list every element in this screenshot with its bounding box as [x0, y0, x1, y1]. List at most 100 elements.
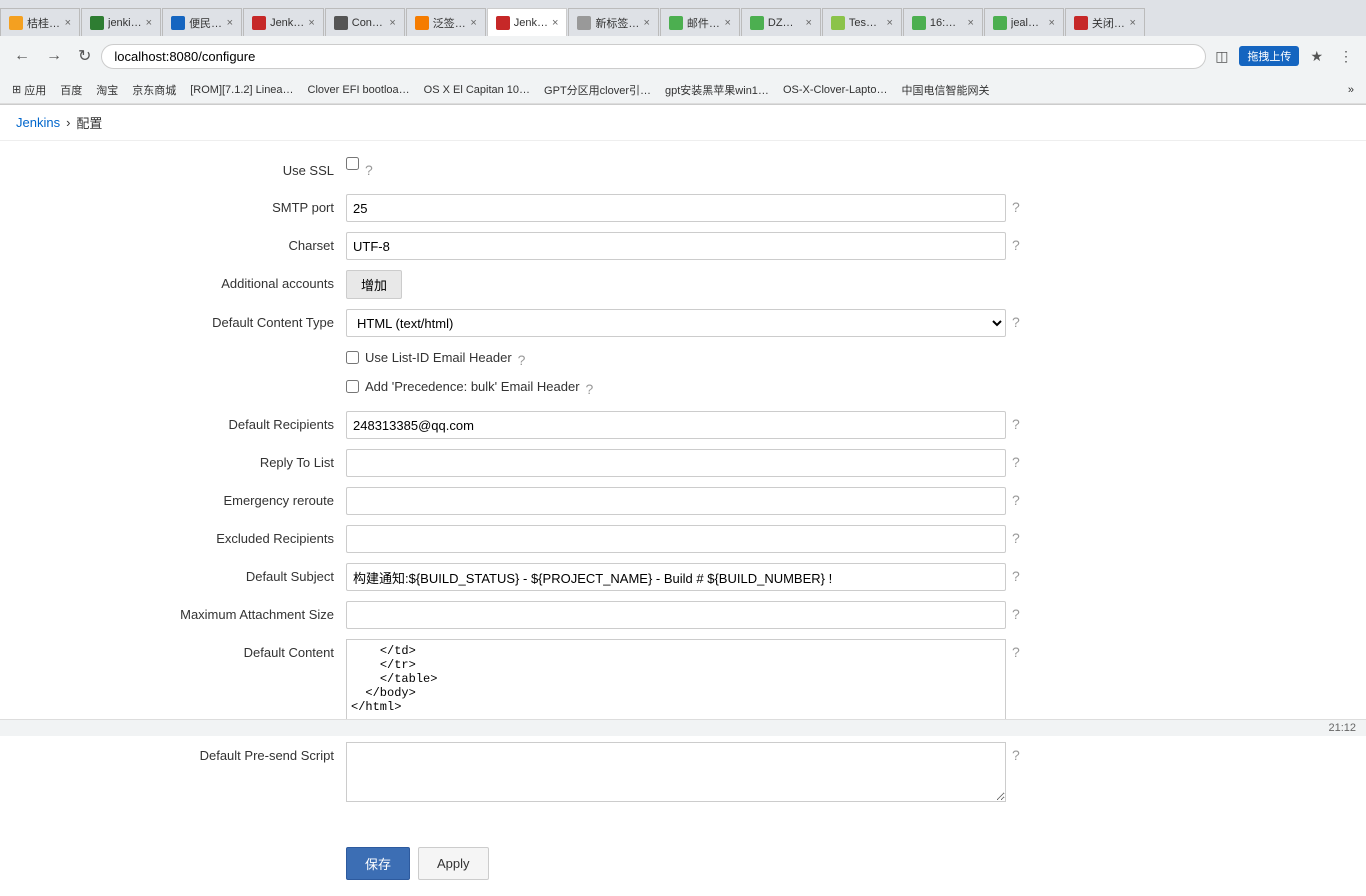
bookmarks-more[interactable]: »	[1344, 82, 1358, 98]
bookmark-telecom[interactable]: 中国电信智能网关	[897, 80, 993, 100]
save-button[interactable]: 保存	[346, 847, 410, 880]
default-subject-input[interactable]	[346, 563, 1006, 591]
tab-close-8[interactable]: ×	[643, 17, 649, 29]
content-type-help-icon[interactable]: ?	[1012, 314, 1020, 330]
tab-close-11[interactable]: ×	[886, 17, 892, 29]
tab-title-3: 便民…	[189, 15, 223, 31]
bookmark-rom[interactable]: [ROM][7.1.2] Linea…	[186, 82, 297, 98]
tab-6[interactable]: 泛签… ×	[406, 8, 486, 36]
tab-close-12[interactable]: ×	[967, 17, 973, 29]
smtp-port-input[interactable]	[346, 194, 1006, 222]
reply-to-list-input[interactable]	[346, 449, 1006, 477]
use-list-id-checkbox[interactable]	[346, 351, 359, 364]
breadcrumb-separator: ›	[66, 115, 70, 130]
use-ssl-checkbox[interactable]	[346, 157, 359, 170]
excluded-recipients-row: Excluded Recipients ?	[16, 525, 1350, 553]
apply-button[interactable]: Apply	[418, 847, 489, 880]
emergency-reroute-input[interactable]	[346, 487, 1006, 515]
bookmark-osx2[interactable]: OS-X-Clover-Lapto…	[779, 82, 892, 98]
use-ssl-control: ?	[346, 157, 1350, 178]
bookmark-gpt[interactable]: GPT分区用clover引…	[540, 80, 655, 100]
tab-8[interactable]: 新标签… ×	[568, 8, 658, 36]
add-account-button[interactable]: 增加	[346, 270, 402, 299]
tab-close-6[interactable]: ×	[470, 17, 476, 29]
default-subject-help-icon[interactable]: ?	[1012, 568, 1020, 584]
tab-10[interactable]: DZ… ×	[741, 8, 821, 36]
tab-icon-2	[90, 16, 104, 30]
bookmark-osx[interactable]: OS X El Capitan 10…	[420, 82, 534, 98]
tab-3[interactable]: 便民… ×	[162, 8, 242, 36]
default-presend-textarea[interactable]	[346, 742, 1006, 802]
tab-5[interactable]: Con… ×	[325, 8, 405, 36]
bookmark-taobao[interactable]: 淘宝	[92, 80, 122, 100]
extensions-button[interactable]: ◫	[1210, 46, 1233, 67]
tab-close-14[interactable]: ×	[1129, 17, 1135, 29]
max-attachment-help-icon[interactable]: ?	[1012, 606, 1020, 622]
address-bar-row: ← → ↻ ◫ 拖拽上传 ★ ⋮	[0, 36, 1366, 76]
excluded-recipients-help-icon[interactable]: ?	[1012, 530, 1020, 546]
tab-close-9[interactable]: ×	[724, 17, 730, 29]
bookmark-clover-efi[interactable]: Clover EFI bootloa…	[304, 82, 414, 98]
tab-close-13[interactable]: ×	[1048, 17, 1054, 29]
status-time: 21:12	[1328, 722, 1356, 734]
tab-close-1[interactable]: ×	[65, 17, 71, 29]
tab-icon-3	[171, 16, 185, 30]
tab-close-5[interactable]: ×	[389, 17, 395, 29]
tab-13[interactable]: jeal… ×	[984, 8, 1064, 36]
tab-title-9: 邮件…	[687, 15, 721, 31]
smtp-port-control: ?	[346, 194, 1350, 222]
bookmark-gpt2[interactable]: gpt安装黑苹果win1…	[661, 80, 773, 100]
max-attachment-row: Maximum Attachment Size ?	[16, 601, 1350, 629]
default-recipients-row: Default Recipients ?	[16, 411, 1350, 439]
tab-14[interactable]: 关闭… ×	[1065, 8, 1145, 36]
default-recipients-help-icon[interactable]: ?	[1012, 416, 1020, 432]
tab-4[interactable]: Jenk… ×	[243, 8, 324, 36]
tab-2[interactable]: jenki… ×	[81, 8, 161, 36]
address-input[interactable]	[101, 44, 1206, 69]
tab-9[interactable]: 邮件… ×	[660, 8, 740, 36]
smtp-port-help-icon[interactable]: ?	[1012, 199, 1020, 215]
use-list-id-help-icon[interactable]: ?	[518, 352, 526, 368]
emergency-reroute-help-icon[interactable]: ?	[1012, 492, 1020, 508]
back-button[interactable]: ←	[8, 45, 36, 67]
excluded-recipients-input[interactable]	[346, 525, 1006, 553]
tab-close-2[interactable]: ×	[146, 17, 152, 29]
reply-to-list-help-icon[interactable]: ?	[1012, 454, 1020, 470]
upload-button[interactable]: 拖拽上传	[1239, 46, 1299, 66]
default-recipients-input[interactable]	[346, 411, 1006, 439]
tab-close-10[interactable]: ×	[805, 17, 811, 29]
default-content-textarea[interactable]: </td> </tr> </table> </body> </html>	[346, 639, 1006, 729]
tab-close-3[interactable]: ×	[227, 17, 233, 29]
tab-title-4: Jenk…	[270, 17, 304, 29]
default-content-type-select[interactable]: HTML (text/html) Plain Text (text/plain)	[346, 309, 1006, 337]
max-attachment-input[interactable]	[346, 601, 1006, 629]
star-button[interactable]: ★	[1305, 46, 1328, 67]
add-precedence-help-icon[interactable]: ?	[586, 381, 594, 397]
tab-icon-11	[831, 16, 845, 30]
breadcrumb-home[interactable]: Jenkins	[16, 115, 60, 130]
reply-to-list-control: ?	[346, 449, 1350, 477]
default-presend-help-icon[interactable]: ?	[1012, 747, 1020, 763]
menu-button[interactable]: ⋮	[1334, 46, 1358, 67]
tab-title-2: jenki…	[108, 17, 142, 29]
charset-row: Charset ?	[16, 232, 1350, 260]
default-content-help-icon[interactable]: ?	[1012, 644, 1020, 660]
tab-close-7[interactable]: ×	[552, 17, 558, 29]
bookmark-jd[interactable]: 京东商城	[128, 80, 180, 100]
tab-1[interactable]: 桔桂… ×	[0, 8, 80, 36]
breadcrumb-current: 配置	[76, 113, 102, 132]
tab-7[interactable]: Jenk… ×	[487, 8, 568, 36]
bookmark-apps[interactable]: ⊞ 应用	[8, 80, 50, 100]
tab-11[interactable]: Tes… ×	[822, 8, 902, 36]
default-presend-label: Default Pre-send Script	[16, 742, 346, 769]
add-precedence-checkbox[interactable]	[346, 380, 359, 393]
charset-input[interactable]	[346, 232, 1006, 260]
forward-button[interactable]: →	[40, 45, 68, 67]
max-attachment-control: ?	[346, 601, 1350, 629]
use-ssl-help-icon[interactable]: ?	[365, 162, 373, 178]
tab-12[interactable]: 16:… ×	[903, 8, 983, 36]
tab-close-4[interactable]: ×	[308, 17, 314, 29]
bookmark-baidu[interactable]: 百度	[56, 80, 86, 100]
charset-help-icon[interactable]: ?	[1012, 237, 1020, 253]
reload-button[interactable]: ↻	[72, 44, 97, 68]
